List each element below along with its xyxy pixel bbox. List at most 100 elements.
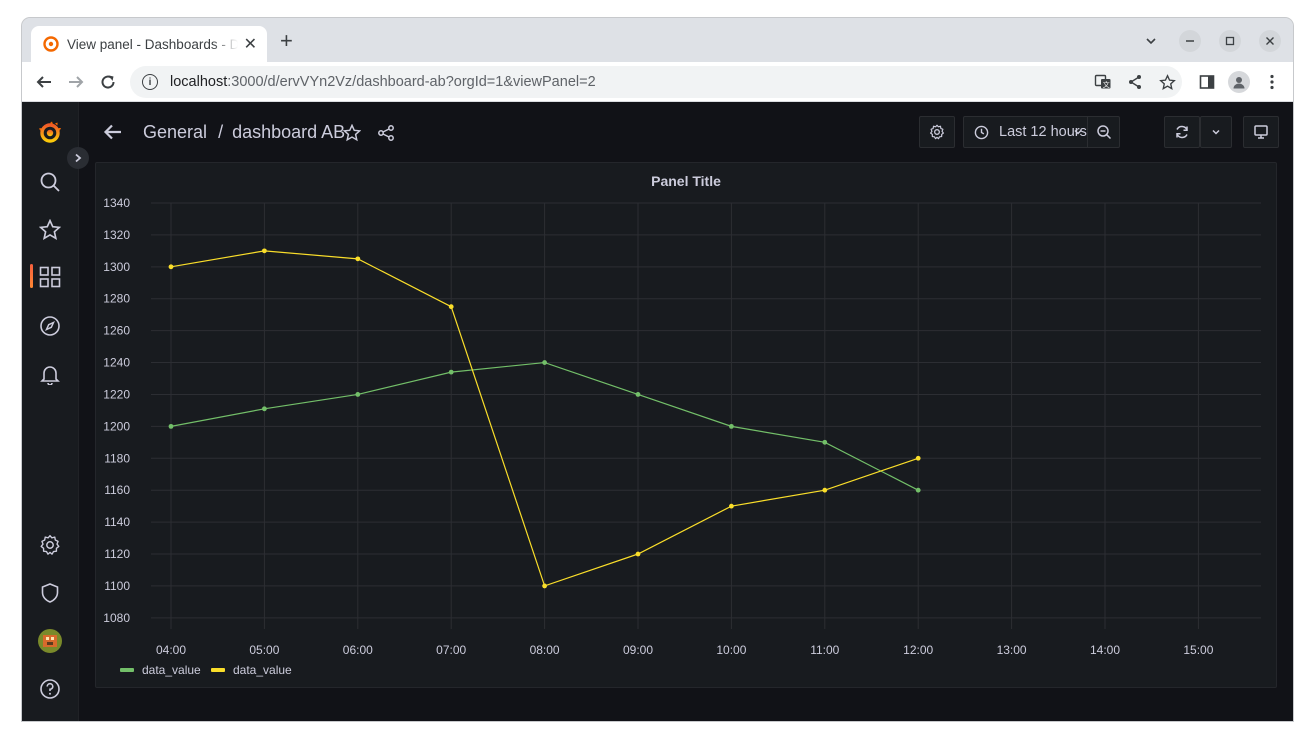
line-chart: 1080 1100 1120 1140 1160 1180 1200 1220 1240 1260… [103, 196, 1261, 677]
data-point [915, 487, 921, 493]
share-dashboard-icon[interactable] [377, 124, 395, 147]
data-point [168, 423, 174, 429]
profile-avatar-icon[interactable] [1228, 71, 1250, 93]
favorite-star-icon[interactable] [342, 123, 362, 147]
y-tick-label: 1140 [104, 515, 130, 529]
svg-text:文: 文 [1103, 80, 1110, 89]
user-avatar-icon[interactable] [38, 629, 62, 653]
graph-panel: Panel Title 1080 1100 1120 1140 1160 1180 1200… [95, 162, 1277, 688]
back-arrow-icon[interactable] [32, 70, 56, 94]
tab-search-icon[interactable] [1140, 30, 1162, 52]
data-point [635, 551, 641, 557]
refresh-icon[interactable] [1164, 116, 1200, 148]
data-point [262, 406, 267, 412]
grafana-app: General / dashboard AB Last 12 hours Pan… [22, 102, 1293, 721]
y-tick-label: 1280 [103, 292, 130, 306]
breadcrumb-separator: / [218, 122, 224, 142]
data-point [168, 264, 174, 270]
url-host: localhost [170, 74, 228, 90]
dashboards-grid-icon[interactable] [38, 265, 62, 289]
legend-label: data_value [233, 663, 292, 677]
refresh-interval-chevron-icon[interactable] [1200, 116, 1232, 148]
x-tick-label: 14:00 [1090, 643, 1120, 657]
help-icon[interactable] [38, 677, 62, 701]
back-to-dashboard-arrow-icon[interactable] [103, 122, 123, 147]
configuration-gear-icon[interactable] [38, 533, 62, 557]
alerting-bell-icon[interactable] [38, 362, 62, 386]
data-point [542, 583, 547, 589]
data-point [822, 487, 828, 493]
minimize-button[interactable] [1179, 30, 1201, 52]
y-tick-label: 1300 [103, 260, 130, 274]
breadcrumb: General / dashboard AB [143, 122, 345, 143]
explore-compass-icon[interactable] [38, 314, 62, 338]
new-tab-button[interactable]: + [280, 30, 293, 52]
data-point [729, 503, 734, 509]
legend-label: data_value [142, 663, 201, 677]
y-tick-label: 1200 [103, 419, 130, 433]
tv-mode-monitor-icon[interactable] [1243, 116, 1279, 148]
translate-icon[interactable]: 文 [1093, 72, 1113, 92]
legend-swatch [211, 668, 225, 672]
y-tick-label: 1180 [104, 451, 130, 465]
grafana-favicon-icon [43, 36, 59, 52]
x-tick-label: 08:00 [530, 643, 560, 657]
y-tick-label: 1320 [103, 228, 130, 242]
search-icon[interactable] [38, 170, 62, 194]
legend-swatch [120, 668, 134, 672]
close-window-button[interactable] [1259, 30, 1281, 52]
data-point [635, 392, 641, 397]
x-tick-label: 05:00 [249, 643, 279, 657]
x-tick-label: 15:00 [1183, 643, 1213, 657]
browser-menu-icon[interactable] [1262, 72, 1282, 92]
y-tick-label: 1100 [104, 579, 130, 593]
grafana-logo-icon[interactable] [38, 121, 62, 145]
data-point [448, 369, 454, 375]
maximize-button[interactable] [1219, 30, 1241, 52]
zoom-out-icon[interactable] [1087, 116, 1119, 148]
browser-window: View panel - Dashboards - Dashboards ✕ +… [22, 18, 1293, 721]
forward-arrow-icon[interactable] [64, 70, 88, 94]
y-tick-label: 1240 [103, 356, 130, 370]
breadcrumb-folder[interactable]: General [143, 122, 207, 142]
dashboard-navbar: General / dashboard AB Last 12 hours [79, 102, 1293, 164]
y-tick-label: 1220 [103, 387, 130, 401]
reload-icon[interactable] [96, 70, 120, 94]
y-tick-label: 1260 [103, 324, 130, 338]
x-tick-label: 10:00 [716, 643, 746, 657]
data-point [355, 392, 361, 397]
side-menu [22, 102, 79, 721]
y-tick-label: 1160 [104, 483, 130, 497]
tab-strip: View panel - Dashboards - Dashboards ✕ + [22, 18, 1293, 62]
time-range-picker[interactable]: Last 12 hours [963, 116, 1120, 148]
active-indicator [30, 264, 33, 288]
site-info-icon[interactable]: i [142, 74, 158, 90]
tab-title: View panel - Dashboards - Dashboards [67, 36, 238, 52]
data-point [355, 256, 361, 262]
bookmark-star-icon[interactable] [1157, 72, 1177, 92]
data-point [448, 304, 454, 310]
data-point [915, 455, 921, 461]
tab-close-icon[interactable]: ✕ [244, 34, 257, 54]
dashboard-settings-gear-icon[interactable] [919, 116, 955, 148]
side-panel-icon[interactable] [1197, 72, 1217, 92]
share-icon[interactable] [1125, 72, 1145, 92]
chevron-down-icon [1074, 129, 1082, 135]
data-point [822, 439, 828, 445]
url-path: :3000/d/ervVYn2Vz/dashboard-ab?orgId=1&v… [227, 74, 596, 90]
x-tick-label: 11:00 [810, 643, 839, 657]
y-tick-label: 1080 [103, 611, 130, 625]
y-tick-label: 1340 [103, 196, 130, 210]
admin-shield-icon[interactable] [38, 581, 62, 605]
starred-star-icon[interactable] [38, 218, 62, 242]
browser-tab[interactable]: View panel - Dashboards - Dashboards ✕ [31, 26, 267, 62]
x-tick-label: 12:00 [903, 643, 933, 657]
data-point [262, 248, 267, 254]
x-tick-label: 13:00 [997, 643, 1027, 657]
x-tick-label: 06:00 [343, 643, 373, 657]
browser-toolbar: i localhost:3000/d/ervVYn2Vz/dashboard-a… [22, 62, 1293, 102]
breadcrumb-dashboard[interactable]: dashboard AB [232, 122, 345, 142]
y-tick-label: 1120 [104, 547, 130, 561]
data-point [729, 423, 734, 429]
address-bar[interactable]: i localhost:3000/d/ervVYn2Vz/dashboard-a… [130, 66, 1182, 98]
